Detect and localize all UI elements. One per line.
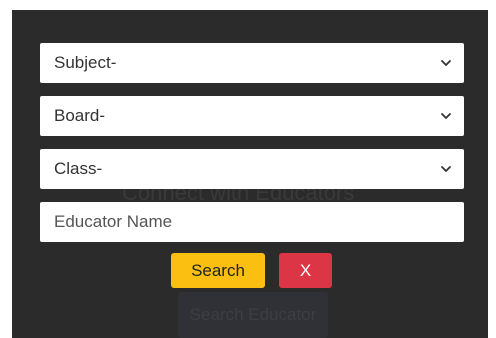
board-select[interactable]: Board- [40,96,464,136]
close-button-label: X [299,260,312,280]
chevron-down-icon [441,60,451,66]
background-button-label: Search Educator [189,305,317,324]
search-button[interactable]: Search [171,253,265,288]
board-select-label: Board- [54,106,106,125]
subject-select[interactable]: Subject- [40,43,464,83]
chevron-down-icon [441,166,451,172]
educator-name-input[interactable] [40,202,464,242]
class-select[interactable]: Class- [40,149,464,189]
subject-select-label: Subject- [54,53,117,72]
class-select-label: Class- [54,159,103,178]
search-modal-overlay: Connect with Educators Search Educator S… [12,10,488,338]
chevron-down-icon [441,113,451,119]
background-search-educator-button: Search Educator [178,292,328,338]
search-button-label: Search [191,260,245,280]
close-button[interactable]: X [279,253,332,288]
